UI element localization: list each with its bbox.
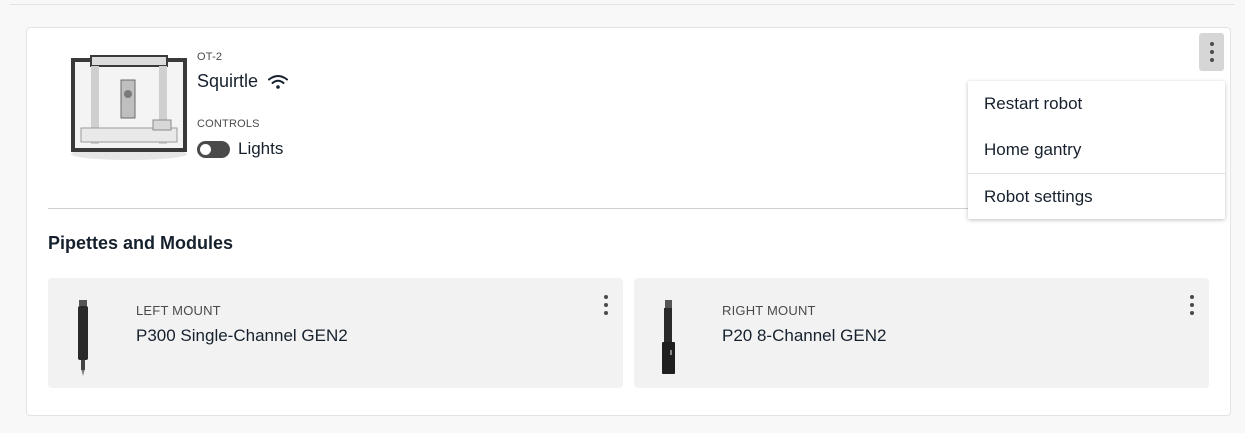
lights-label: Lights	[238, 139, 284, 158]
robot-model: OT-2	[197, 51, 223, 63]
section-divider	[48, 208, 968, 209]
controls-label: CONTROLS	[197, 118, 260, 130]
lights-control: Lights	[197, 139, 283, 159]
more-vertical-icon	[604, 295, 608, 299]
robot-image	[71, 55, 187, 160]
right-mount-card: RIGHT MOUNT P20 8-Channel GEN2	[634, 278, 1209, 388]
left-pipette-name: P300 Single-Channel GEN2	[136, 326, 348, 345]
left-mount-label: LEFT MOUNT	[136, 303, 221, 318]
right-mount-menu-button[interactable]	[1185, 293, 1199, 317]
lights-toggle[interactable]	[197, 140, 230, 158]
right-pipette-name: P20 8-Channel GEN2	[722, 326, 887, 345]
toggle-knob	[200, 143, 211, 155]
wifi-icon	[268, 74, 289, 89]
section-title: Pipettes and Modules	[48, 233, 234, 253]
left-mount-menu-button[interactable]	[599, 293, 613, 317]
more-vertical-icon	[1190, 295, 1194, 299]
left-mount-card: LEFT MOUNT P300 Single-Channel GEN2	[48, 278, 623, 388]
menu-item-robot-settings[interactable]: Robot settings	[968, 173, 1225, 219]
robot-name: Squirtle	[197, 71, 259, 91]
right-mount-label: RIGHT MOUNT	[722, 303, 816, 318]
robot-overflow-menu-button[interactable]	[1199, 33, 1224, 71]
pipette-single-channel-icon	[78, 300, 88, 376]
menu-item-restart-robot[interactable]: Restart robot	[968, 81, 1225, 127]
pipette-8-channel-icon	[662, 300, 675, 374]
menu-item-home-gantry[interactable]: Home gantry	[968, 127, 1225, 173]
top-rule	[10, 4, 1235, 5]
robot-name-row: Squirtle	[197, 71, 289, 92]
robot-overflow-dropdown: Restart robot Home gantry Robot settings	[968, 81, 1225, 219]
more-vertical-icon	[1209, 42, 1214, 46]
